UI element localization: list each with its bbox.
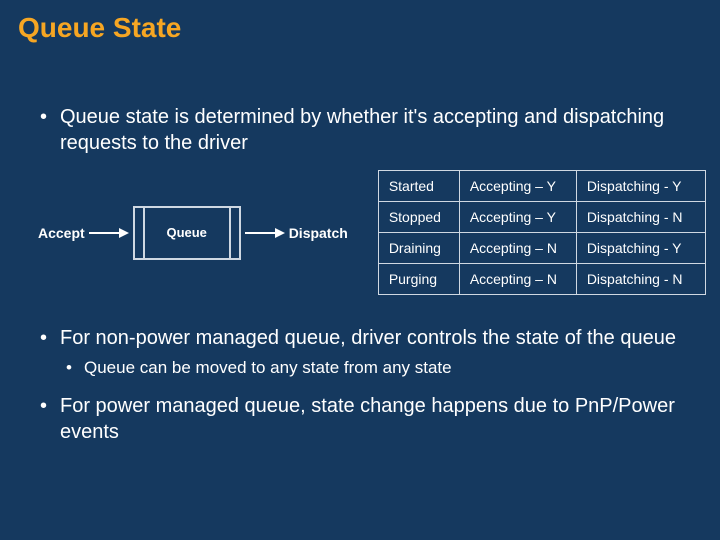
diagram-and-table-row: Accept Queue Dispatch — [38, 170, 702, 295]
bullet-list: Queue state is determined by whether it'… — [18, 104, 702, 156]
table-row: Started Accepting – Y Dispatching - Y — [378, 171, 705, 202]
state-cell: Started — [378, 171, 459, 202]
bullet-list-2: For non-power managed queue, driver cont… — [18, 325, 702, 445]
accept-cell: Accepting – N — [459, 264, 576, 295]
dispatch-cell: Dispatching - N — [576, 264, 705, 295]
accept-cell: Accepting – Y — [459, 202, 576, 233]
accept-label: Accept — [38, 225, 85, 241]
arrow-right-icon — [245, 226, 285, 240]
bullet-2: For non-power managed queue, driver cont… — [60, 325, 702, 379]
table-row: Draining Accepting – N Dispatching - Y — [378, 233, 705, 264]
bullet-2-sub: Queue can be moved to any state from any… — [84, 357, 698, 379]
queue-box: Queue — [133, 206, 241, 260]
sub-bullet-list: Queue can be moved to any state from any… — [60, 357, 698, 379]
table-row: Purging Accepting – N Dispatching - N — [378, 264, 705, 295]
state-cell: Purging — [378, 264, 459, 295]
dispatch-label: Dispatch — [289, 225, 348, 241]
queue-diagram: Accept Queue Dispatch — [38, 206, 348, 260]
bullet-2-text: For non-power managed queue, driver cont… — [60, 327, 676, 349]
bullet-3: For power managed queue, state change ha… — [60, 393, 702, 445]
slide: Queue State Queue state is determined by… — [0, 0, 720, 540]
dispatch-cell: Dispatching - N — [576, 202, 705, 233]
queue-cell — [229, 208, 239, 258]
state-table: Started Accepting – Y Dispatching - Y St… — [378, 170, 706, 295]
accept-cell: Accepting – Y — [459, 171, 576, 202]
state-cell: Stopped — [378, 202, 459, 233]
bullet-1: Queue state is determined by whether it'… — [60, 104, 702, 156]
arrow-right-icon — [89, 226, 129, 240]
slide-title: Queue State — [18, 12, 702, 44]
table-row: Stopped Accepting – Y Dispatching - N — [378, 202, 705, 233]
dispatch-cell: Dispatching - Y — [576, 171, 705, 202]
queue-label: Queue — [145, 208, 229, 258]
state-cell: Draining — [378, 233, 459, 264]
accept-cell: Accepting – N — [459, 233, 576, 264]
dispatch-cell: Dispatching - Y — [576, 233, 705, 264]
queue-cell — [135, 208, 145, 258]
